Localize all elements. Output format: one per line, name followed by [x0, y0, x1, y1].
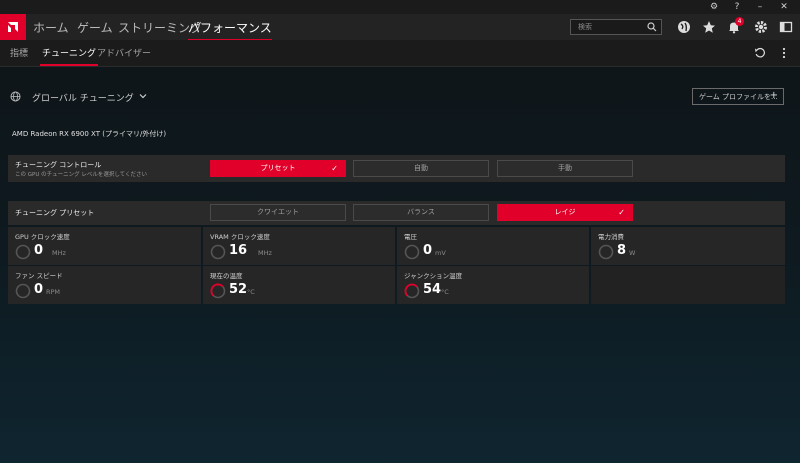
metric-empty-cell: [591, 266, 785, 304]
metric-label: 電圧: [404, 233, 417, 241]
metric-label: ファン スピード: [15, 272, 63, 280]
metric-label: 電力消費: [598, 233, 624, 241]
star-icon[interactable]: [702, 20, 716, 34]
nav-gaming[interactable]: ゲーム: [77, 19, 113, 36]
metric-unit: °C: [441, 288, 449, 296]
tab-tuning[interactable]: チューニング: [39, 46, 99, 66]
gauge-icon: [15, 244, 31, 260]
metric-fan-speed: ファン スピード 0 RPM: [8, 266, 201, 304]
tuning-control-manual-button[interactable]: 手動: [497, 160, 633, 177]
metric-value: 0: [423, 243, 433, 258]
sub-navigation: 指標 チューニング アドバイザー: [0, 40, 800, 67]
balanced-label: バランス: [407, 208, 435, 216]
metric-value: 0: [34, 282, 44, 297]
tuning-control-sublabel: この GPU のチューニング レベルを選択してください: [15, 172, 148, 178]
metric-value: 52: [229, 282, 248, 297]
preset-rage-button[interactable]: レイジ ✓: [497, 204, 633, 221]
game-profile-label: ゲーム プロファイルを...: [699, 93, 778, 101]
layout-icon[interactable]: [779, 20, 793, 34]
tuning-control-preset-button[interactable]: プリセット ✓: [210, 160, 346, 177]
window-title-bar: ⚙ ? – ✕: [0, 0, 800, 14]
metric-power: 電力消費 8 W: [591, 227, 785, 265]
check-icon: ✓: [618, 208, 625, 217]
tuning-control-auto-button[interactable]: 自動: [353, 160, 489, 177]
tuning-control-label: チューニング コントロール: [15, 161, 102, 169]
tab-metrics[interactable]: 指標: [10, 46, 28, 59]
notification-badge: 4: [735, 17, 744, 26]
metric-label: ジャンクション温度: [404, 272, 463, 280]
close-button[interactable]: ✕: [777, 1, 791, 13]
search-input[interactable]: 検索: [570, 19, 662, 35]
metric-vram-clock: VRAM クロック速度 16 MHz: [203, 227, 395, 265]
metric-value: 16: [229, 243, 248, 258]
more-icon[interactable]: [778, 47, 790, 59]
rage-label: レイジ: [554, 208, 576, 216]
undo-icon[interactable]: [754, 47, 766, 59]
preset-quiet-button[interactable]: クワイエット: [210, 204, 346, 221]
metric-voltage: 電圧 0 mV: [397, 227, 589, 265]
preset-balanced-button[interactable]: バランス: [353, 204, 489, 221]
search-icon: [647, 22, 657, 32]
gear-icon[interactable]: [754, 20, 768, 34]
auto-label: 自動: [414, 164, 428, 172]
metric-unit: W: [629, 249, 636, 257]
metric-label: GPU クロック速度: [15, 233, 70, 241]
tuning-preset-label: チューニング プリセット: [15, 209, 95, 217]
check-icon: ✓: [331, 164, 338, 173]
quiet-label: クワイエット: [257, 208, 299, 216]
nav-performance[interactable]: パフォーマンス: [188, 19, 272, 41]
top-navigation: ホーム ゲーム ストリーミング パフォーマンス 検索 4: [0, 14, 800, 41]
gauge-icon: [404, 244, 420, 260]
tab-advisors[interactable]: アドバイザー: [97, 46, 151, 59]
search-placeholder: 検索: [578, 23, 592, 31]
gauge-icon: [598, 244, 614, 260]
gauge-icon: [404, 283, 420, 299]
metric-unit: MHz: [258, 249, 272, 257]
nav-home[interactable]: ホーム: [33, 19, 69, 36]
metric-unit: RPM: [46, 288, 61, 296]
settings-window-icon[interactable]: ⚙: [707, 1, 721, 13]
metric-current-temp: 現在の温度 52 °C: [203, 266, 395, 304]
globe-icon: [10, 91, 21, 102]
metric-unit: °C: [247, 288, 255, 296]
chevron-down-icon[interactable]: [138, 91, 148, 101]
metric-value: 0: [34, 243, 44, 258]
game-profile-button[interactable]: ゲーム プロファイルを... +: [692, 88, 784, 105]
help-icon[interactable]: ?: [730, 1, 744, 13]
metric-unit: mV: [435, 249, 446, 257]
manual-label: 手動: [558, 164, 572, 172]
gpu-name: AMD Radeon RX 6900 XT (プライマリ/外付け): [12, 130, 167, 138]
amd-logo[interactable]: [0, 14, 26, 40]
plus-icon: +: [769, 90, 778, 101]
globe-icon[interactable]: [677, 20, 691, 34]
metric-value: 54: [423, 282, 442, 297]
global-tuning-title[interactable]: グローバル チューニング: [32, 91, 134, 104]
metric-label: VRAM クロック速度: [210, 233, 270, 241]
metric-value: 8: [617, 243, 627, 258]
metric-label: 現在の温度: [210, 272, 243, 280]
metric-junction-temp: ジャンクション温度 54 °C: [397, 266, 589, 304]
minimize-button[interactable]: –: [753, 1, 767, 13]
gauge-icon: [15, 283, 31, 299]
gauge-icon: [210, 283, 226, 299]
gauge-icon: [210, 244, 226, 260]
preset-label: プリセット: [260, 164, 296, 172]
metric-gpu-clock: GPU クロック速度 0 MHz: [8, 227, 201, 265]
metric-unit: MHz: [52, 249, 66, 257]
